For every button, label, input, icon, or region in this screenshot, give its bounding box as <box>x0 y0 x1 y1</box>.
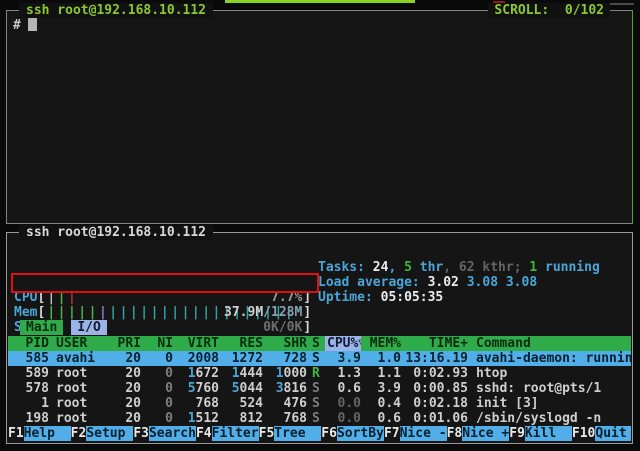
fkey-filter[interactable]: F4Filter <box>196 426 259 441</box>
load-average: Load average: 3.02 3.08 3.08 <box>318 275 537 290</box>
bottom-terminal-pane: ssh root@192.168.10.112 CPU[|||7.7%] Mem… <box>6 232 633 444</box>
process-row[interactable]: 589root200167214441000R1.31.10:02.93htop <box>8 366 631 381</box>
bottom-pane-title: ssh root@192.168.10.112 <box>19 225 213 240</box>
shell-prompt-line[interactable]: # <box>13 18 37 33</box>
fkey-quit[interactable]: F10Quit <box>572 426 631 441</box>
process-row[interactable]: 578root200576050443816S0.63.90:00.85sshd… <box>8 381 631 396</box>
process-row[interactable]: 198root2001512812768S0.00.60:01.06/sbin/… <box>8 411 631 426</box>
top-pane-title: ssh root@192.168.10.112 <box>19 3 213 18</box>
video-progress-artifact <box>225 0 415 3</box>
fkey-nice[interactable]: F8Nice + <box>447 426 510 441</box>
tab-io[interactable]: I/O <box>71 320 106 335</box>
fkey-nice[interactable]: F7Nice - <box>384 426 447 441</box>
uptime: Uptime: 05:05:35 <box>318 290 443 305</box>
fkey-search[interactable]: F3Search <box>133 426 196 441</box>
fkey-help[interactable]: F1Help <box>8 426 71 441</box>
terminal-cursor <box>28 18 37 31</box>
htop-tab-bar: Main I/O <box>20 320 107 335</box>
process-table-header[interactable]: PIDUSERPRINIVIRTRESSHRSCPU%▽MEM%TIME+Com… <box>8 336 631 351</box>
fkey-setup[interactable]: F2Setup <box>71 426 134 441</box>
shell-prompt: # <box>13 18 21 33</box>
top-terminal-pane: ssh root@192.168.10.112 SCROLL: 0/102 # <box>6 10 633 224</box>
fkey-sortby[interactable]: F6SortBy <box>321 426 384 441</box>
fkey-bar: F1HelpF2SetupF3SearchF4FilterF5TreeF6Sor… <box>8 426 631 441</box>
tab-main[interactable]: Main <box>20 320 63 335</box>
tasks-summary: Tasks: 24, 5 thr, 62 kthr; 1 running <box>318 260 600 275</box>
process-row[interactable]: 585avahi20020081272728S3.91.013:16.19ava… <box>8 351 631 366</box>
mem-annotation-box <box>11 273 319 293</box>
process-row[interactable]: 1root200768524476S0.00.40:02.18init [3] <box>8 396 631 411</box>
fkey-tree[interactable]: F5Tree <box>259 426 322 441</box>
scroll-indicator: SCROLL: 0/102 <box>488 3 610 18</box>
fkey-kill[interactable]: F9Kill <box>509 426 572 441</box>
